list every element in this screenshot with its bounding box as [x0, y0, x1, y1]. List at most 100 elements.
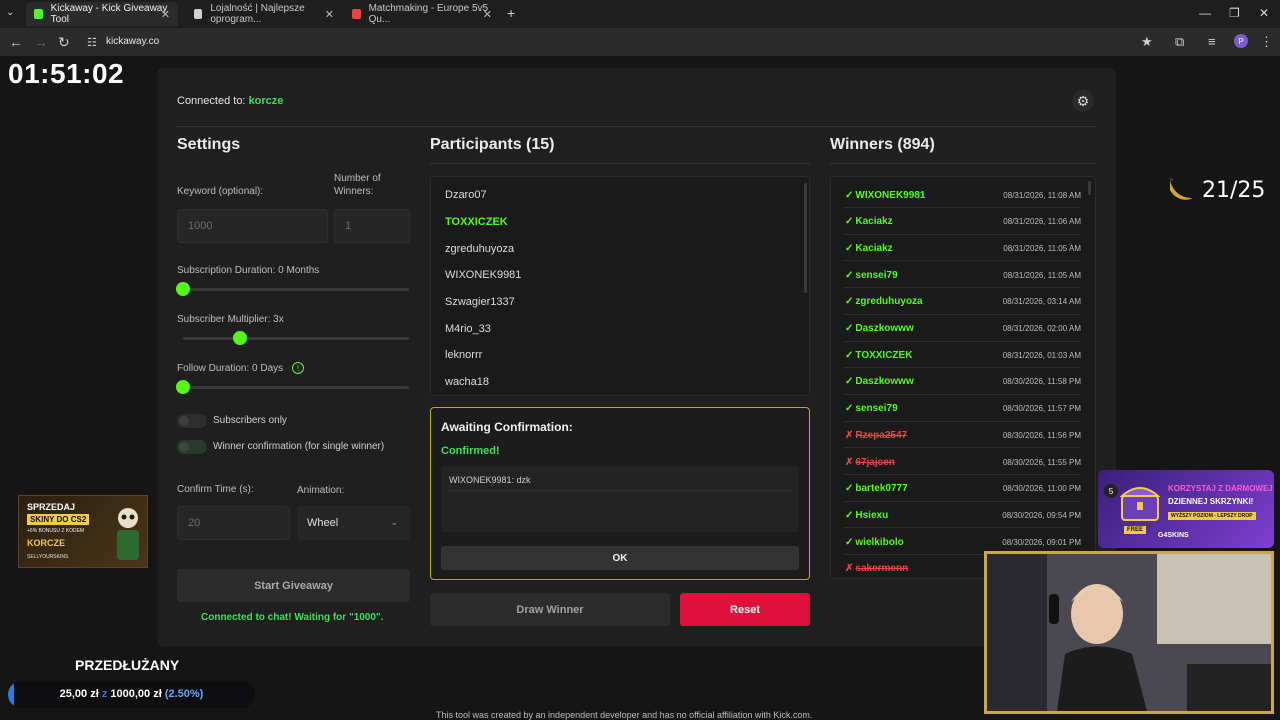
- participant-row[interactable]: Dzaro07: [431, 182, 809, 208]
- participants-list[interactable]: Dzaro07 TOXXICZEK zgreduhuyoza WIXONEK99…: [430, 176, 810, 396]
- counter-text: 21/25: [1202, 177, 1266, 203]
- winner-row[interactable]: ✓ Daszkowww 08/31/2026, 02:00 AM: [831, 316, 1095, 342]
- new-tab-plus-icon[interactable]: +: [507, 5, 515, 21]
- winner-name: sensei79: [855, 269, 898, 281]
- participants-title: Participants (15): [430, 136, 555, 153]
- winners-title: Winners (894): [830, 136, 935, 153]
- follow-duration-slider-thumb[interactable]: [176, 380, 190, 394]
- ad-line: +6% BONUSU Z KODEM: [27, 528, 85, 534]
- subscriber-multiplier-track[interactable]: [183, 337, 409, 340]
- animation-select[interactable]: Wheel ⌄: [297, 506, 410, 540]
- ad-line: SPRZEDAJ: [27, 502, 76, 512]
- tab-list-chevron-icon[interactable]: ⌄: [6, 7, 14, 18]
- start-giveaway-button[interactable]: Start Giveaway: [177, 569, 410, 602]
- cross-icon: ✗: [845, 563, 854, 575]
- gear-icon: ⚙: [1076, 92, 1090, 109]
- subscriber-multiplier-label: Subscriber Multiplier: 3x: [177, 314, 284, 325]
- winner-row[interactable]: ✓ bartek0777 08/30/2026, 11:00 PM: [831, 476, 1095, 502]
- close-tab-icon[interactable]: ✕: [161, 8, 170, 21]
- close-window-icon[interactable]: ✕: [1259, 6, 1269, 20]
- extensions-icon[interactable]: ⧉: [1175, 34, 1184, 50]
- awaiting-confirmation-box: Awaiting Confirmation: Confirmed! WIXONE…: [430, 407, 810, 580]
- participant-row[interactable]: wacha18: [431, 369, 809, 395]
- keyword-input[interactable]: 1000: [177, 209, 328, 243]
- minimize-icon[interactable]: —: [1199, 6, 1211, 20]
- back-arrow-icon[interactable]: ←: [9, 34, 23, 50]
- participant-row[interactable]: TOXXICZEK: [431, 209, 809, 235]
- ok-button[interactable]: OK: [441, 546, 799, 570]
- reload-icon[interactable]: ↻: [58, 34, 70, 51]
- url-field[interactable]: kickaway.co: [106, 36, 159, 47]
- winner-name: wielkibolo: [855, 536, 904, 548]
- subscription-duration-slider-thumb[interactable]: [176, 282, 190, 296]
- participant-row[interactable]: M4rio_33: [431, 316, 809, 342]
- ad-line-text: KORZYSTAJ Z: [1168, 484, 1223, 493]
- participant-row[interactable]: Szwagier1337: [431, 289, 809, 315]
- winner-row[interactable]: ✗ Rzepa2547 08/30/2026, 11:56 PM: [831, 422, 1095, 448]
- winner-date: 08/31/2026, 11:05 AM: [1003, 243, 1081, 253]
- reading-list-icon[interactable]: ≡: [1208, 34, 1216, 49]
- winner-row[interactable]: ✓ Daszkowww 08/30/2026, 11:58 PM: [831, 369, 1095, 395]
- winner-date: 08/30/2026, 09:01 PM: [1002, 537, 1081, 547]
- participant-row[interactable]: leknorrr: [431, 342, 809, 368]
- info-icon[interactable]: !: [292, 362, 304, 374]
- winner-date: 08/30/2026, 11:58 PM: [1002, 377, 1081, 387]
- kick-favicon-icon: [34, 9, 43, 19]
- site-settings-icon[interactable]: ☷: [87, 36, 97, 49]
- participant-row[interactable]: zgreduhuyoza: [431, 236, 809, 262]
- close-tab-icon[interactable]: ✕: [325, 8, 334, 21]
- tab-title: Kickaway - Kick Giveaway Tool: [50, 3, 168, 25]
- restore-icon[interactable]: ❐: [1229, 6, 1240, 20]
- address-bar: [0, 28, 1280, 56]
- subscriber-multiplier-slider-thumb[interactable]: [232, 331, 247, 345]
- winner-confirmation-toggle[interactable]: [177, 440, 207, 454]
- participant-row[interactable]: WIXONEK9981: [431, 262, 809, 288]
- winners-list[interactable]: ✓ WIXONEK9981 08/31/2026, 11:08 AM ✓ Kaciakz…: [830, 176, 1096, 579]
- goal-separator: z: [101, 688, 108, 700]
- tab-title: Matchmaking - Europe 5v5 Qu...: [368, 3, 489, 25]
- banana-icon: [1169, 178, 1192, 200]
- animation-label: Animation:: [297, 485, 345, 496]
- ad-brand: SELLYOURSKINS: [27, 554, 69, 560]
- winner-date: 08/31/2026, 11:08 AM: [1003, 190, 1081, 200]
- subscribers-only-toggle[interactable]: [177, 414, 207, 428]
- bookmark-star-icon[interactable]: ★: [1141, 34, 1153, 50]
- draw-winner-button[interactable]: Draw Winner: [430, 593, 670, 626]
- winner-name: Hsiexu: [855, 509, 889, 521]
- subscribers-only-label: Subscribers only: [213, 415, 287, 426]
- winner-row[interactable]: ✓ Kaciakz 08/31/2026, 11:06 AM: [831, 209, 1095, 235]
- winner-row[interactable]: ✓ TOXXICZEK 08/31/2026, 01:03 AM: [831, 342, 1095, 368]
- participants-scrollbar[interactable]: [804, 183, 807, 293]
- tab-lojalnosc[interactable]: Lojalność | Najlepsze oprogram... ✕: [186, 2, 342, 26]
- tab-kickaway[interactable]: Kickaway - Kick Giveaway Tool ✕: [26, 2, 178, 26]
- reset-button[interactable]: Reset: [680, 593, 810, 626]
- settings-gear-button[interactable]: ⚙: [1072, 90, 1094, 112]
- winner-row[interactable]: ✓ sensei79 08/30/2026, 11:57 PM: [831, 396, 1095, 422]
- winner-row[interactable]: ✓ sensei79 08/31/2026, 11:05 AM: [831, 262, 1095, 288]
- winner-name: Daszkowww: [855, 323, 914, 334]
- sellyourskins-ad: SPRZEDAJ SKINY DO CS2 +6% BONUSU Z KODEM…: [18, 495, 148, 568]
- winner-row[interactable]: ✓ zgreduhuyoza 08/31/2026, 03:14 AM: [831, 289, 1095, 315]
- winner-row[interactable]: ✓ WIXONEK9981 08/31/2026, 11:08 AM: [831, 182, 1095, 208]
- winner-row[interactable]: ✓ Kaciakz 08/31/2026, 11:05 AM: [831, 235, 1095, 261]
- tab-matchmaking[interactable]: Matchmaking - Europe 5v5 Qu... ✕: [344, 2, 500, 26]
- profile-avatar[interactable]: P: [1234, 34, 1248, 48]
- webcam-feed: [984, 551, 1274, 714]
- subscription-duration-track[interactable]: [183, 288, 409, 291]
- disclaimer-footer: This tool was created by an independent …: [436, 710, 813, 720]
- winner-row[interactable]: ✓ Hsiexu 08/30/2026, 09:54 PM: [831, 502, 1095, 528]
- winner-row[interactable]: ✗ 67jajcen 08/30/2026, 11:55 PM: [831, 449, 1095, 475]
- stream-goal-counter: 21/25: [1166, 176, 1265, 204]
- ad-code: KORCZE: [27, 538, 65, 548]
- winners-count-input[interactable]: 1: [334, 209, 410, 243]
- treasure-chest-icon: [1120, 487, 1160, 521]
- ad-line: DZIENNEJ SKRZYNKI!: [1168, 497, 1254, 506]
- menu-kebab-icon[interactable]: ⋮: [1260, 34, 1273, 50]
- close-tab-icon[interactable]: ✕: [483, 8, 492, 21]
- subscription-duration-label: Subscription Duration: 0 Months: [177, 265, 320, 276]
- check-icon: ✓: [845, 189, 854, 201]
- confirm-time-input[interactable]: 20: [177, 506, 290, 540]
- diamond-favicon-icon: [194, 9, 203, 19]
- follow-duration-track[interactable]: [183, 386, 409, 389]
- forward-arrow-icon[interactable]: →: [34, 34, 48, 50]
